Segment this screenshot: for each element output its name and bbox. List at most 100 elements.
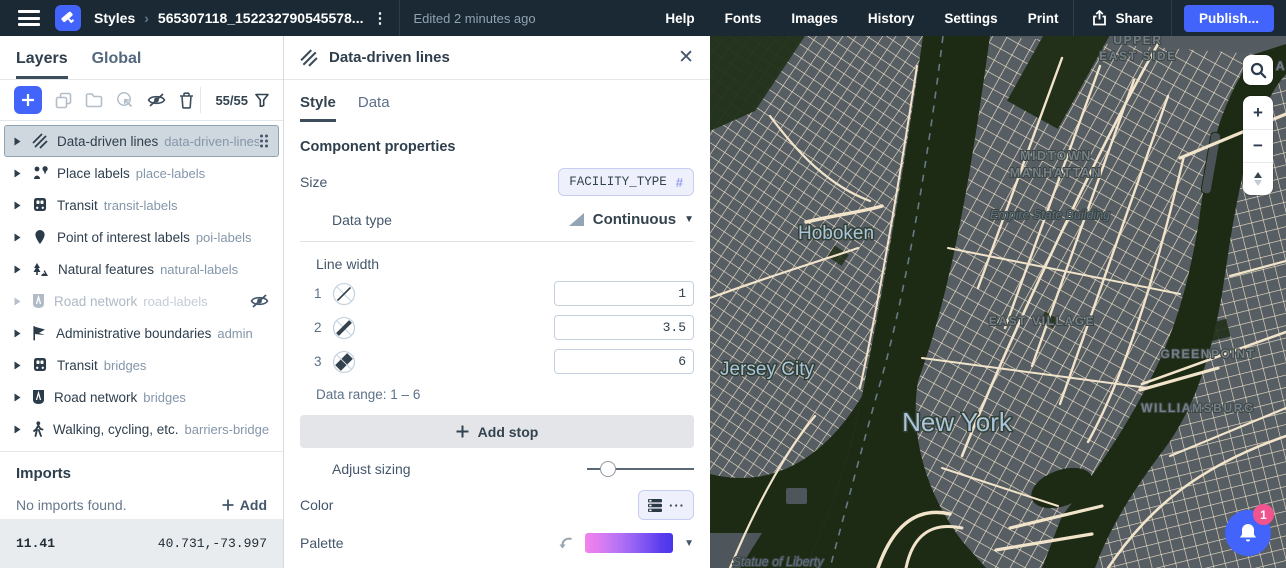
stops-list-icon [648, 498, 662, 512]
menu-print[interactable]: Print [1013, 11, 1074, 26]
layer-name: Administrative boundaries [56, 325, 212, 341]
map-search-button[interactable] [1243, 55, 1273, 85]
layer-row-natural-labels[interactable]: Natural features natural-labels [4, 253, 279, 285]
imports-add-button[interactable]: Add [222, 497, 267, 513]
menu-help[interactable]: Help [650, 11, 709, 26]
tab-style[interactable]: Style [300, 94, 336, 122]
number-type-icon: # [675, 174, 683, 190]
add-stop-button[interactable]: Add stop [300, 415, 694, 448]
topbar-menu: Help Fonts Images History Settings Print… [650, 0, 1286, 36]
layer-row-place-labels[interactable]: Place labels place-labels [4, 157, 279, 189]
ellipsis-icon: ··· [669, 497, 685, 513]
share-icon [1093, 10, 1107, 26]
tab-data[interactable]: Data [358, 94, 390, 122]
road-network-icon [32, 389, 45, 405]
menu-fonts[interactable]: Fonts [710, 11, 777, 26]
layer-name: Natural features [58, 261, 155, 277]
breadcrumb-styles[interactable]: Styles [94, 10, 135, 26]
color-mode-chip[interactable]: ··· [638, 490, 694, 520]
pitch-arrows-icon [1254, 172, 1262, 186]
layer-row-road-labels[interactable]: Road network road-labels [4, 285, 279, 317]
size-field-chip[interactable]: FACILITY_TYPE # [558, 168, 694, 196]
select-layer-icon[interactable] [116, 91, 134, 109]
stop-index: 2 [314, 320, 322, 335]
notifications-button[interactable]: 1 [1225, 504, 1274, 556]
expand-caret-icon[interactable] [14, 137, 21, 146]
plus-icon [456, 425, 469, 438]
transit-icon [32, 357, 48, 373]
layer-name: Point of interest labels [57, 229, 190, 245]
line-width-preview-icon[interactable] [332, 350, 356, 374]
publish-button[interactable]: Publish... [1183, 4, 1274, 32]
line-width-preview-icon[interactable] [332, 316, 356, 340]
slider-knob[interactable] [600, 461, 617, 477]
tab-global[interactable]: Global [92, 50, 142, 79]
tab-layers[interactable]: Layers [16, 50, 68, 79]
expand-caret-icon[interactable] [14, 201, 21, 210]
layer-name: Walking, cycling, etc. [53, 421, 179, 437]
add-layer-button[interactable] [14, 86, 42, 114]
map-canvas[interactable]: UPPER EAST SIDE MIDTOWN MANHATTAN Empire… [710, 36, 1286, 568]
layer-row-barriers-bridges[interactable]: Walking, cycling, etc. barriers-bridges [4, 413, 279, 445]
line-width-value-input[interactable] [554, 281, 694, 306]
panel-tabs: Style Data [284, 80, 710, 122]
duplicate-layer-icon[interactable] [55, 92, 72, 109]
menu-images[interactable]: Images [776, 11, 853, 26]
imports-section: Imports No imports found. Add [0, 451, 283, 513]
section-title: Component properties [300, 139, 456, 155]
layer-id: place-labels [135, 165, 206, 181]
expand-caret-icon[interactable] [14, 361, 21, 370]
delete-layer-icon[interactable] [179, 91, 194, 109]
map-status-bar: 11.41 40.731,-73.997 [0, 519, 283, 568]
coordinates-value: 40.731,-73.997 [157, 536, 267, 551]
line-width-value-input[interactable] [554, 315, 694, 340]
mapbox-studio-logo[interactable] [55, 5, 81, 31]
layer-row-transit-bridges[interactable]: Transit bridges [4, 349, 279, 381]
expand-caret-icon[interactable] [14, 169, 21, 178]
expand-caret-icon[interactable] [14, 265, 21, 274]
layer-row-road-bridges[interactable]: Road network bridges [4, 381, 279, 413]
layer-hidden-eye-off-icon[interactable] [250, 293, 269, 309]
hide-layer-icon[interactable] [147, 92, 166, 108]
expand-caret-icon[interactable] [14, 425, 21, 434]
drag-handle-icon[interactable] [259, 133, 269, 149]
breadcrumb-chevron-icon: › [144, 10, 149, 26]
expand-caret-icon[interactable] [14, 233, 21, 242]
place-labels-icon [32, 165, 48, 181]
hamburger-menu-icon[interactable] [18, 10, 40, 26]
menu-history[interactable]: History [853, 11, 930, 26]
map-zoom-control: + − [1243, 96, 1273, 195]
expand-caret-icon[interactable] [14, 329, 21, 338]
transit-icon [32, 197, 48, 213]
style-options-icon[interactable]: ⋮ [372, 9, 387, 27]
group-layers-icon[interactable] [85, 92, 103, 108]
layer-filter[interactable]: 55/55 [215, 93, 269, 108]
line-width-preview-icon[interactable] [332, 282, 356, 306]
data-range-text: Data range: 1 – 6 [316, 387, 421, 402]
layer-row-transit-labels[interactable]: Transit transit-labels [4, 189, 279, 221]
layer-row-poi-labels[interactable]: Point of interest labels poi-labels [4, 221, 279, 253]
layer-id: poi-labels [195, 229, 252, 245]
adjust-sizing-slider[interactable] [587, 461, 694, 477]
zoom-out-button[interactable]: − [1243, 129, 1273, 162]
line-width-value-input[interactable] [554, 349, 694, 374]
palette-gradient-swatch[interactable] [585, 533, 674, 553]
pitch-toggle-button[interactable] [1243, 162, 1273, 195]
breadcrumb-style-name[interactable]: 565307118_152232790545578... [158, 10, 364, 26]
menu-settings[interactable]: Settings [929, 11, 1012, 26]
chevron-down-icon[interactable]: ▼ [684, 538, 694, 549]
expand-caret-icon[interactable] [14, 393, 21, 402]
layer-row-data-driven-lines[interactable]: Data-driven lines data-driven-lines [4, 125, 279, 157]
layer-id: natural-labels [160, 261, 239, 277]
layer-id: road-labels [143, 293, 208, 309]
undo-icon[interactable] [558, 536, 574, 551]
color-property-row: Color ··· [284, 490, 710, 520]
layer-row-admin[interactable]: Administrative boundaries admin [4, 317, 279, 349]
map-label-empire-state: Empire State Building [990, 208, 1110, 222]
layer-list: Data-driven lines data-driven-lines Plac… [0, 121, 283, 445]
zoom-in-button[interactable]: + [1243, 96, 1273, 129]
share-button[interactable]: Share [1073, 0, 1172, 36]
close-icon[interactable]: ✕ [678, 48, 694, 67]
expand-caret-icon[interactable] [14, 297, 21, 306]
data-type-dropdown[interactable]: Continuous ▼ [568, 211, 694, 228]
